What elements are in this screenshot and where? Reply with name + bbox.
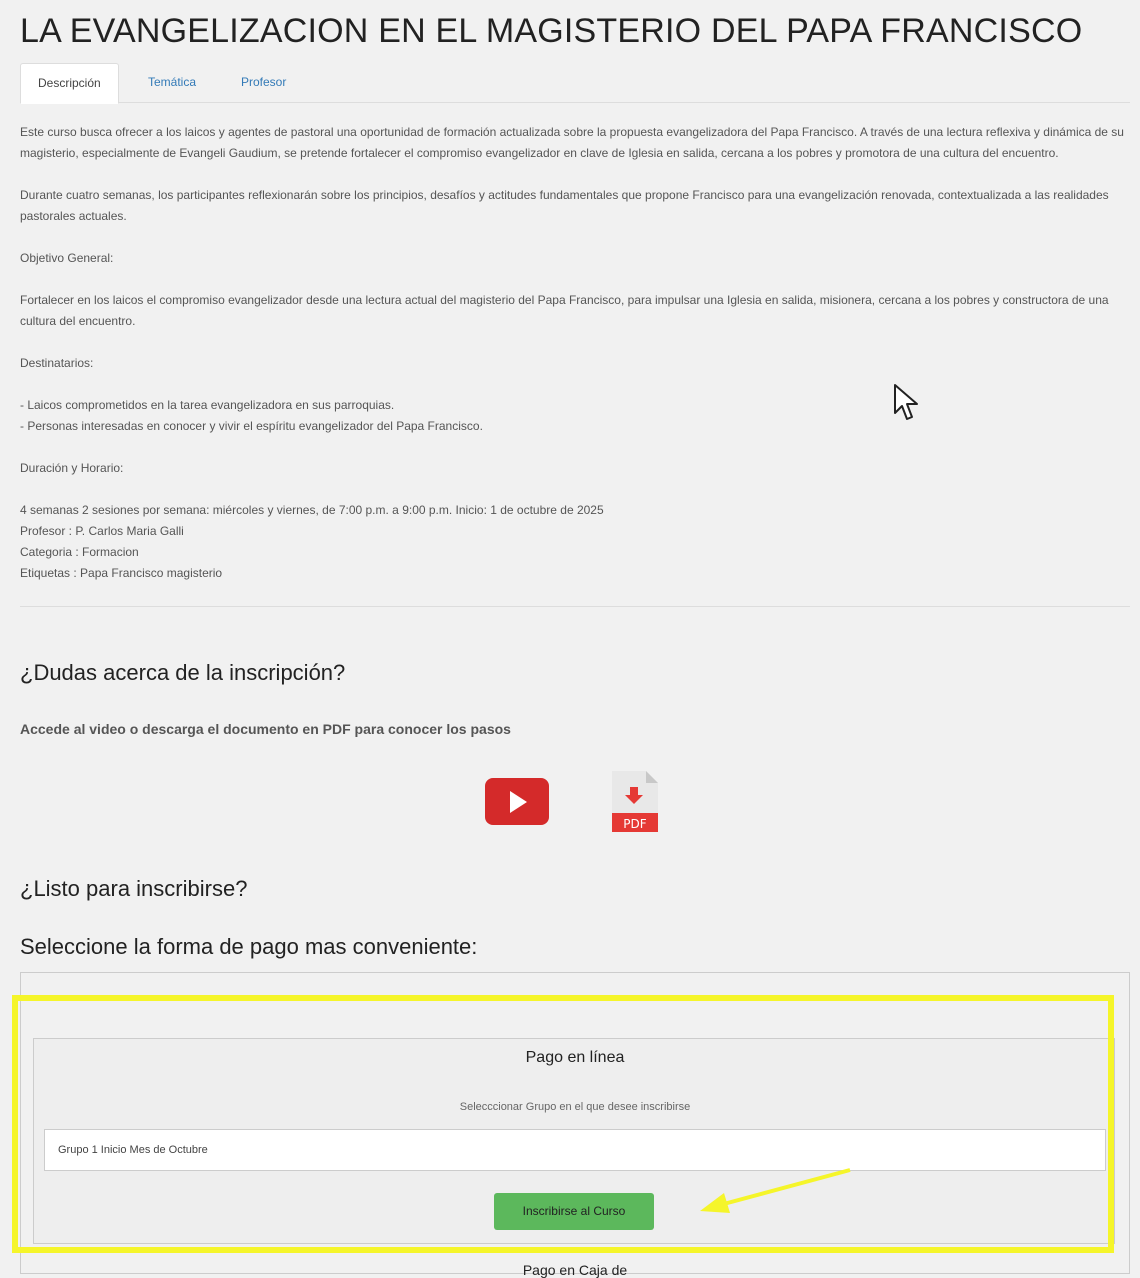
online-payment-subtitle: Selecccionar Grupo en el que desee inscr… [459, 1101, 691, 1113]
description-panel: Este curso busca ofrecer a los laicos y … [20, 122, 1130, 605]
dudas-subtext: Accede al video o descarga el documento … [20, 721, 511, 737]
list-item: - Laicos comprometidos en la tarea evang… [20, 398, 395, 412]
objetivo-label: Objetivo General: [20, 251, 114, 265]
arrow-annotation-icon [700, 1168, 851, 1213]
categoria-text: Categoria : Formacion [20, 545, 139, 559]
divider [20, 606, 1130, 607]
page-title: LA EVANGELIZACION EN EL MAGISTERIO DEL P… [20, 12, 1083, 50]
duracion-text: 4 semanas 2 sesiones por semana: miércol… [20, 503, 604, 517]
etiquetas-text: Etiquetas : Papa Francisco magisterio [20, 566, 223, 580]
course-details: 4 semanas 2 sesiones por semana: miércol… [20, 500, 1130, 584]
enroll-button[interactable]: Inscribirse al Curso [494, 1193, 654, 1230]
dudas-heading: ¿Dudas acerca de la inscripción? [20, 660, 346, 685]
pdf-label: PDF [623, 817, 646, 831]
tab-profesor[interactable]: Profesor [224, 63, 303, 101]
profesor-text: Profesor : P. Carlos Maria Galli [20, 524, 184, 538]
group-select[interactable]: Grupo 1 Inicio Mes de Octubre [44, 1129, 1106, 1171]
listo-heading: ¿Listo para inscribirse? [20, 876, 248, 901]
duracion-label: Duración y Horario: [20, 461, 124, 475]
pdf-download-icon[interactable]: PDF [610, 769, 660, 834]
online-payment-title: Pago en línea [525, 1049, 625, 1066]
tab-descripcion[interactable]: Descripción [20, 63, 119, 104]
objetivo-text: Fortalecer en los laicos el compromiso e… [20, 293, 1109, 328]
list-item: - Personas interesadas en conocer y vivi… [20, 419, 483, 433]
pago-caja-title: Pago en Caja de [522, 1262, 628, 1278]
desc-paragraph-2: Durante cuatro semanas, los participante… [20, 188, 1109, 223]
pago-heading: Seleccione la forma de pago mas convenie… [20, 934, 478, 959]
youtube-video-icon[interactable] [485, 778, 549, 825]
mouse-cursor-icon [894, 384, 918, 420]
tab-bar: Descripción Temática Profesor [20, 63, 1130, 104]
tab-tematica[interactable]: Temática [131, 63, 213, 101]
desc-paragraph-1: Este curso busca ofrecer a los laicos y … [20, 125, 1124, 160]
destinatarios-list: - Laicos comprometidos en la tarea evang… [20, 395, 1130, 437]
destinatarios-label: Destinatarios: [20, 356, 94, 370]
